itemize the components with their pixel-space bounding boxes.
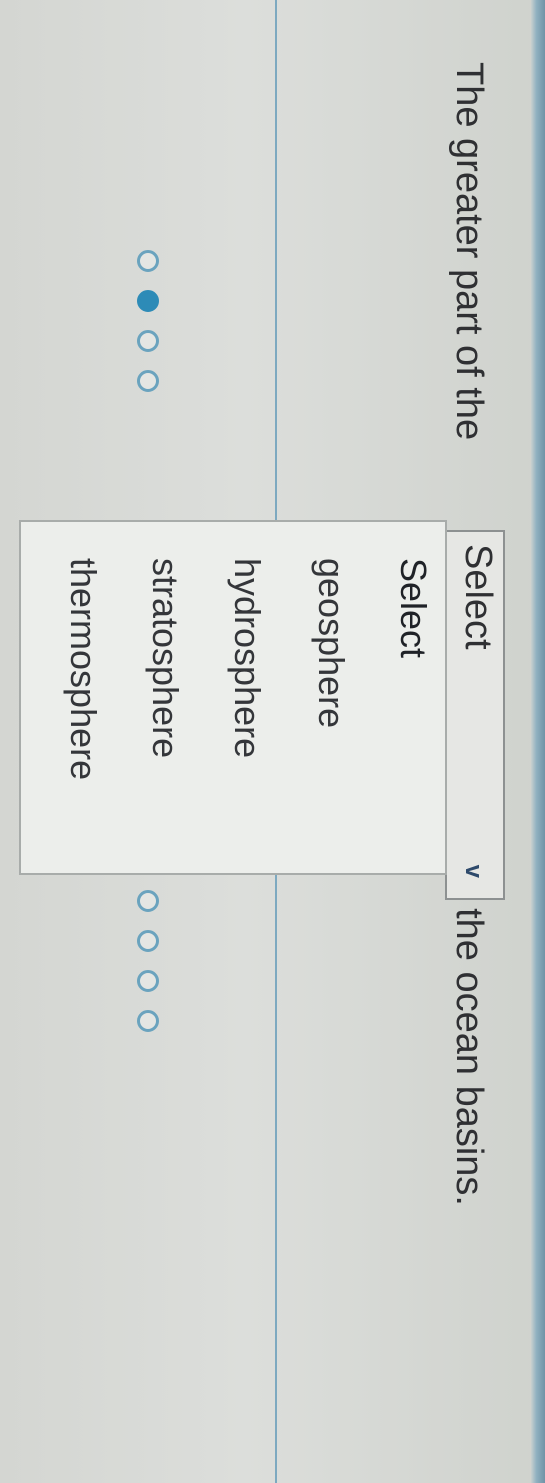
select-option[interactable]: Select: [391, 558, 435, 658]
radio-button[interactable]: [137, 930, 159, 952]
chevron-down-icon[interactable]: v: [459, 865, 487, 878]
radio-button[interactable]: [137, 890, 159, 912]
radio-button[interactable]: [137, 970, 159, 992]
question-panel: The greater part of the is the ocean bas…: [0, 0, 545, 1483]
radio-button[interactable]: [137, 1010, 159, 1032]
answer-select[interactable]: Select v: [445, 530, 505, 900]
select-dropdown-list: Select geosphere hydrosphere stratospher…: [19, 520, 447, 875]
question-text-before: The greater part of the: [448, 62, 490, 441]
radio-button[interactable]: [137, 330, 159, 352]
select-option[interactable]: geosphere: [309, 558, 353, 728]
radio-button[interactable]: [137, 370, 159, 392]
radio-group-right: [133, 890, 163, 1032]
select-current-value: Select: [457, 544, 499, 650]
radio-group-left: [133, 250, 163, 392]
radio-button-selected[interactable]: [137, 290, 159, 312]
question-text-after: is the ocean basins.: [448, 870, 490, 1206]
select-option[interactable]: thermosphere: [61, 558, 105, 780]
radio-button[interactable]: [137, 250, 159, 272]
select-option[interactable]: hydrosphere: [225, 558, 269, 758]
window-edge: [531, 0, 545, 1483]
select-option[interactable]: stratosphere: [143, 558, 187, 758]
